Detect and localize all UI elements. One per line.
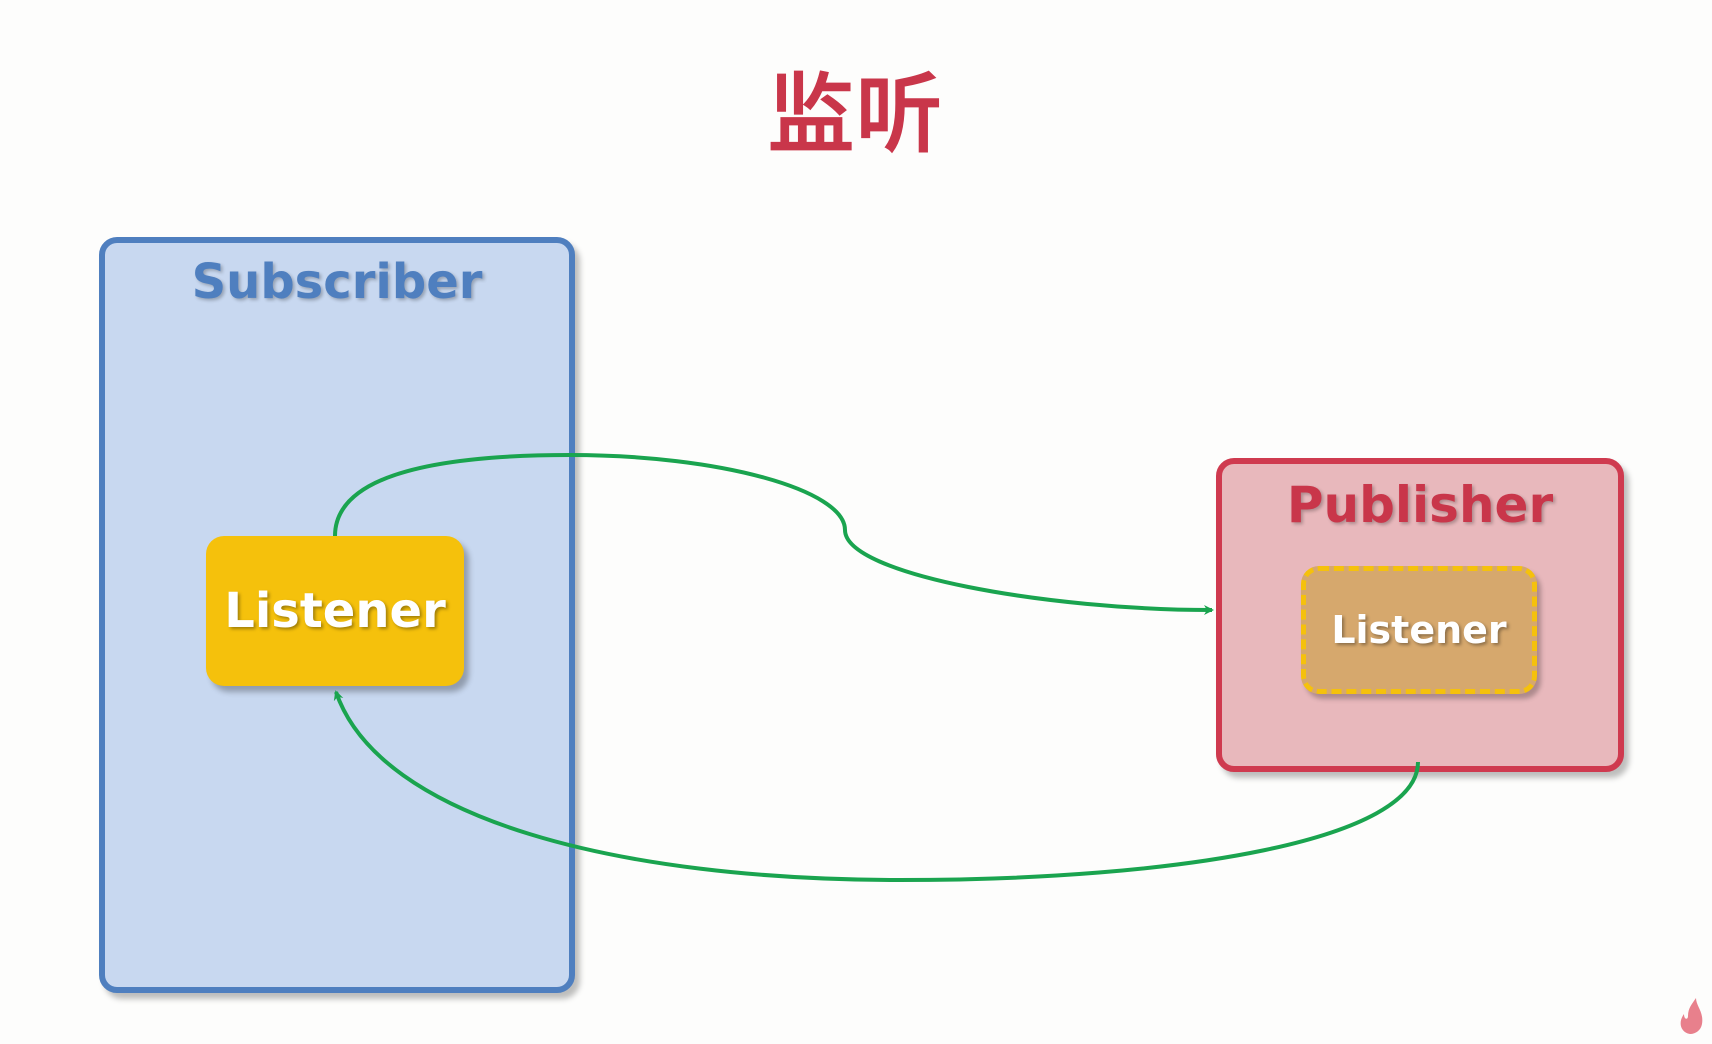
publisher-listener-label: Listener: [1331, 608, 1507, 652]
subscriber-title: Subscriber: [191, 254, 483, 310]
diagram-canvas: 监听 Subscriber Listener Publisher Listene…: [0, 0, 1712, 1044]
page-title: 监听: [768, 65, 944, 165]
publisher-listener: Listener: [1301, 566, 1537, 694]
flame-icon: [1680, 998, 1703, 1034]
subscriber-listener: Listener: [206, 536, 464, 686]
publisher-title: Publisher: [1286, 476, 1554, 534]
subscriber-listener-label: Listener: [224, 583, 446, 639]
